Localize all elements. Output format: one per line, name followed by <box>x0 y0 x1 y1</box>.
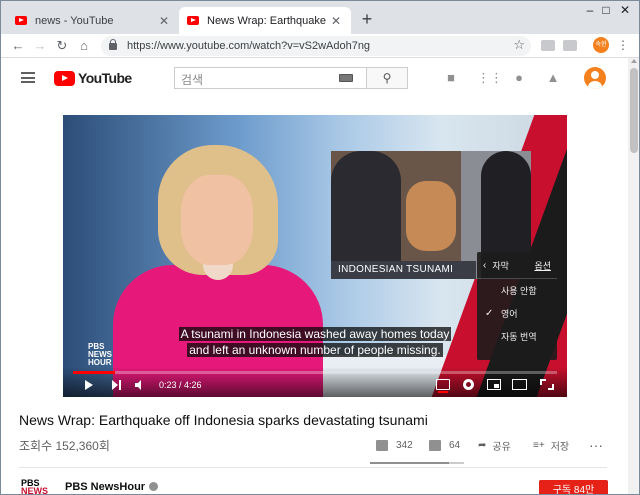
cast-icon[interactable] <box>563 40 577 51</box>
channel-name[interactable]: PBS NewsHour <box>65 481 159 493</box>
like-count: 342 <box>396 439 413 451</box>
progress-bar[interactable] <box>73 371 557 374</box>
subtitle-option-label: 사용 안함 <box>501 286 537 296</box>
notifications-bell-icon[interactable]: ▲ <box>545 70 561 86</box>
volume-icon[interactable] <box>135 380 149 390</box>
subtitle-settings-menu: ‹ 자막 옵션 사용 안함 ✓ 영어 자동 번역 <box>477 252 557 360</box>
progress-fill <box>73 371 115 374</box>
tab-news-wrap[interactable]: News Wrap: Earthquake off Indo ✕ <box>179 7 351 34</box>
address-bar[interactable]: https://www.youtube.com/watch?v=vS2wAdoh… <box>101 36 531 56</box>
subtitles-cc-icon[interactable] <box>436 379 450 393</box>
play-icon[interactable] <box>85 380 93 390</box>
scroll-up-arrow-icon[interactable] <box>631 59 637 63</box>
miniplayer-icon[interactable] <box>487 379 501 390</box>
tab-title: News Wrap: Earthquake off Indo <box>207 14 329 27</box>
settings-gear-icon[interactable] <box>463 379 474 390</box>
subtitle-option-label: 자동 번역 <box>501 332 537 342</box>
channel-logo[interactable]: PBS NEWS <box>21 479 51 495</box>
video-player[interactable]: INDONESIAN TSUNAMI PBS NEWS HOUR A tsuna… <box>63 115 567 397</box>
share-arrow-icon: ➦ <box>478 439 487 451</box>
checkmark-icon: ✓ <box>485 308 494 319</box>
bookmark-star-icon[interactable]: ☆ <box>513 37 525 53</box>
browser-profile-avatar[interactable]: 숙현 <box>593 37 609 53</box>
video-title: News Wrap: Earthquake off Indonesia spar… <box>19 412 428 428</box>
tab-title: news - YouTube <box>35 14 114 27</box>
guide-menu-icon[interactable] <box>21 72 35 83</box>
browser-window: news - YouTube ✕ News Wrap: Earthquake o… <box>0 0 640 495</box>
youtube-logo[interactable]: YouTube <box>54 70 132 86</box>
subtitle-option-label: 영어 <box>501 309 518 319</box>
subtitle-menu-title: 자막 <box>492 260 509 271</box>
forward-arrow-icon[interactable]: → <box>31 37 49 55</box>
fullscreen-icon[interactable] <box>540 379 554 390</box>
url-text: https://www.youtube.com/watch?v=vS2wAdoh… <box>127 40 371 52</box>
search-button[interactable]: ⚲ <box>366 67 408 89</box>
channel-name-text: PBS NewsHour <box>65 481 146 493</box>
current-time: 0:23 <box>159 380 177 390</box>
messages-icon[interactable]: ● <box>511 70 527 86</box>
pbs-bug-line: HOUR <box>88 358 112 367</box>
view-count: 조회수 152,360회 <box>19 439 110 453</box>
page-scrollbar[interactable] <box>628 58 639 494</box>
anchor-face <box>181 175 253 265</box>
new-tab-button[interactable]: + <box>357 9 377 30</box>
chevron-left-icon[interactable]: ‹ <box>483 260 486 271</box>
like-button[interactable]: 342 <box>376 435 413 455</box>
search-icon: ⚲ <box>382 71 392 85</box>
home-icon[interactable]: ⌂ <box>75 37 93 55</box>
browser-toolbar: ← → ↻ ⌂ https://www.youtube.com/watch?v=… <box>1 34 639 58</box>
keyboard-icon[interactable] <box>339 74 353 82</box>
search-input[interactable]: 검색 <box>174 67 366 89</box>
tab-strip: news - YouTube ✕ News Wrap: Earthquake o… <box>1 1 639 34</box>
subtitle-option-off[interactable]: 사용 안함 <box>477 279 557 302</box>
youtube-logo-text: YouTube <box>78 70 132 86</box>
subtitle-menu-header[interactable]: ‹ 자막 옵션 <box>477 252 557 279</box>
youtube-play-logo-icon <box>54 70 75 86</box>
dislike-button[interactable]: 64 <box>429 435 460 455</box>
dislike-count: 64 <box>449 439 461 451</box>
youtube-masthead: YouTube 검색 ⚲ ■ ⋮⋮ ● ▲ <box>1 58 628 98</box>
subtitle-option-english[interactable]: ✓ 영어 <box>477 302 557 325</box>
total-time: 4:26 <box>184 380 202 390</box>
channel-logo-line: NEWS <box>21 486 48 495</box>
next-video-icon[interactable] <box>112 380 121 390</box>
thumbs-down-icon <box>429 439 441 451</box>
extension-icon[interactable] <box>541 40 555 51</box>
lock-icon <box>109 38 117 50</box>
subtitle-option-auto-translate[interactable]: 자동 번역 <box>477 325 557 348</box>
youtube-favicon-icon <box>187 16 199 25</box>
save-button[interactable]: ≡+ 저장 <box>533 435 569 455</box>
share-label: 공유 <box>492 441 511 453</box>
divider <box>19 467 607 468</box>
sentiment-like-fill <box>370 462 449 464</box>
create-video-icon[interactable]: ■ <box>443 70 459 86</box>
apps-grid-icon[interactable]: ⋮⋮ <box>477 70 503 86</box>
subscribe-button[interactable]: 구독 84만 <box>539 480 608 494</box>
account-avatar[interactable] <box>584 67 606 89</box>
theater-mode-icon[interactable] <box>512 379 527 390</box>
reload-icon[interactable]: ↻ <box>53 37 71 55</box>
thumbs-up-icon <box>376 439 388 451</box>
scrollbar-thumb[interactable] <box>630 68 638 153</box>
browser-menu-icon[interactable]: ⋮ <box>617 38 629 52</box>
close-window-button[interactable]: ✕ <box>610 3 639 17</box>
time-separator: / <box>176 380 185 390</box>
lower-third-label: INDONESIAN TSUNAMI <box>331 261 476 279</box>
tab-close-icon[interactable]: ✕ <box>157 14 171 28</box>
youtube-favicon-icon <box>15 16 27 25</box>
save-label: 저장 <box>550 441 570 453</box>
tab-close-icon[interactable]: ✕ <box>329 14 343 28</box>
time-display: 0:23 / 4:26 <box>159 378 202 392</box>
caption-line: A tsunami in Indonesia washed away homes… <box>178 327 452 341</box>
add-to-playlist-icon: ≡+ <box>533 439 545 451</box>
verified-badge-icon <box>149 482 159 491</box>
caption-line: and left an unknown number of people mis… <box>187 343 443 357</box>
sentiment-bar <box>370 462 464 464</box>
more-actions-icon[interactable]: ··· <box>589 435 603 455</box>
subtitle-options-link[interactable]: 옵션 <box>534 259 551 272</box>
player-controls: 0:23 / 4:26 <box>63 367 567 397</box>
back-arrow-icon[interactable]: ← <box>9 37 27 55</box>
tab-news-youtube[interactable]: news - YouTube ✕ <box>7 7 179 34</box>
share-button[interactable]: ➦ 공유 <box>478 435 511 455</box>
